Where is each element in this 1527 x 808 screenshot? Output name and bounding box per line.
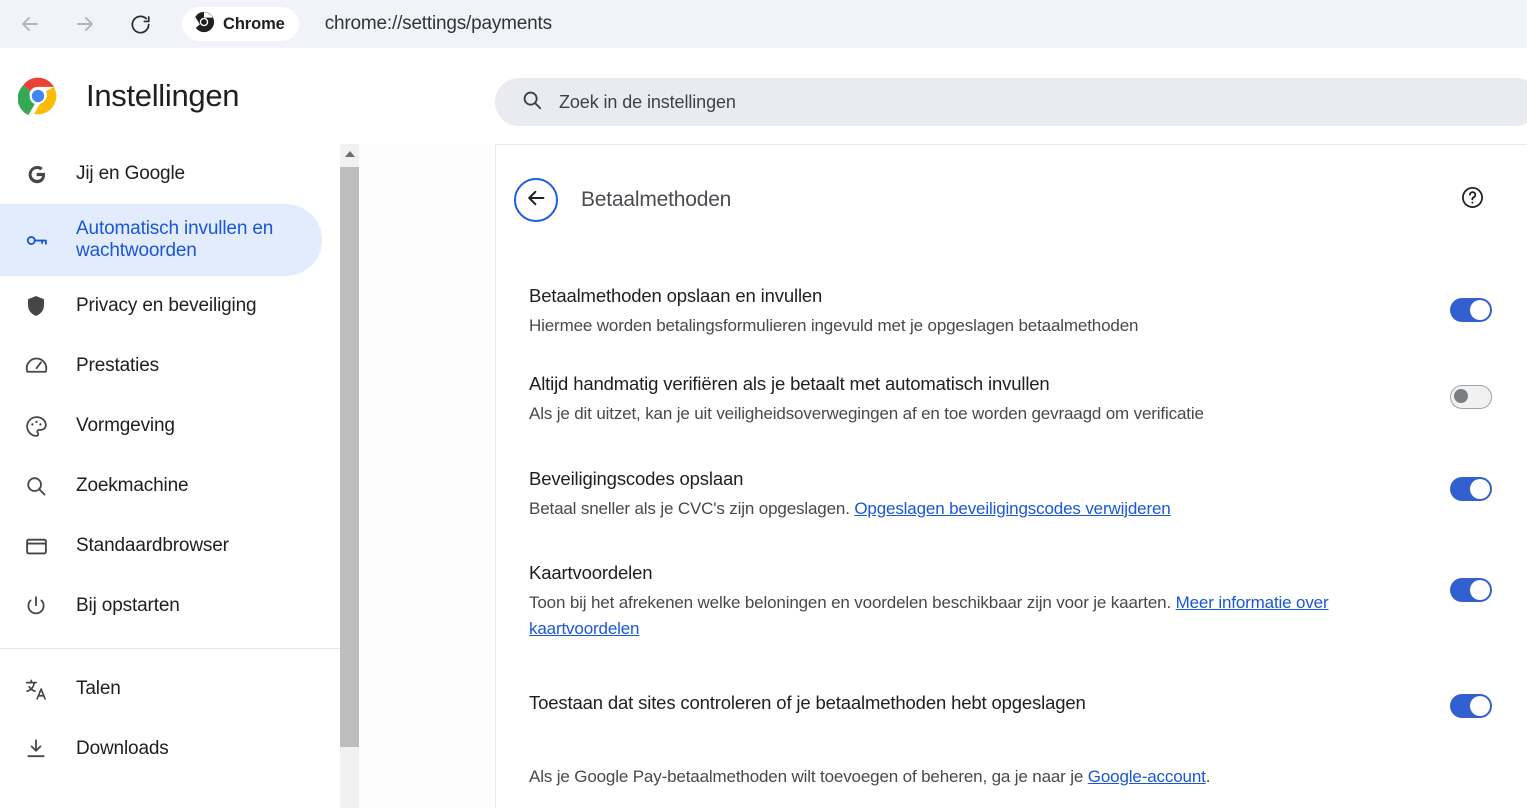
chrome-logo-icon	[17, 76, 58, 116]
search-input[interactable]: Zoek in de instellingen	[495, 78, 1527, 126]
help-button[interactable]	[1452, 180, 1492, 220]
sidebar-item-privacy-en-beveiliging[interactable]: Privacy en beveiliging	[0, 276, 340, 336]
sidebar-item-prestaties[interactable]: Prestaties	[0, 336, 340, 396]
footer-text-post: .	[1205, 767, 1211, 786]
setting-row-always-verify-manually: Altijd handmatig verifiëren als je betaa…	[496, 350, 1527, 446]
help-circle-icon	[1460, 185, 1485, 215]
toggle-card-benefits[interactable]	[1450, 578, 1492, 602]
toggle-wrapper	[1450, 694, 1492, 718]
sidebar-scrollbar-thumb[interactable]	[340, 167, 359, 747]
sidebar-item-label: Prestaties	[76, 354, 159, 376]
toggle-wrapper	[1450, 385, 1492, 409]
settings-rows: Betaalmethoden opslaan en invullen Hierm…	[496, 264, 1527, 790]
sidebar-item-label: Automatisch invullen en wachtwoorden	[76, 217, 274, 261]
sidebar-item-bij-opstarten[interactable]: Bij opstarten	[0, 576, 340, 636]
toggle-always-verify-manually[interactable]	[1450, 385, 1492, 409]
key-icon	[22, 226, 50, 254]
browser-window-icon	[22, 532, 50, 560]
scroll-up-arrow-icon[interactable]	[340, 144, 359, 163]
sidebar-item-zoekmachine[interactable]: Zoekmachine	[0, 456, 340, 516]
toggle-wrapper	[1450, 298, 1492, 322]
setting-description: Betaal sneller als je CVC's zijn opgesla…	[529, 496, 1359, 522]
browser-toolbar: Chrome chrome://settings/payments	[0, 0, 1527, 48]
section-title: Betaalmethoden	[581, 188, 732, 211]
chrome-icon	[193, 11, 215, 38]
setting-description: Toon bij het afrekenen welke beloningen …	[529, 590, 1359, 643]
setting-description-text: Toon bij het afrekenen welke beloningen …	[529, 592, 1176, 612]
settings-sidebar: Jij en Google Automatisch invullen en wa…	[0, 144, 340, 808]
download-icon	[22, 735, 50, 763]
sidebar-item-label: Zoekmachine	[76, 474, 189, 496]
setting-row-save-and-fill-payment-methods: Betaalmethoden opslaan en invullen Hierm…	[496, 264, 1527, 350]
sidebar-item-label: Bij opstarten	[76, 594, 180, 616]
card-top-rule	[496, 144, 1527, 145]
palette-icon	[22, 412, 50, 440]
setting-title: Beveiligingscodes opslaan	[529, 468, 744, 489]
toggle-save-and-fill-payment-methods[interactable]	[1450, 298, 1492, 322]
toggle-save-security-codes[interactable]	[1450, 477, 1492, 501]
google-g-icon	[22, 160, 50, 188]
setting-description: Hiermee worden betalingsformulieren inge…	[529, 315, 1139, 335]
toggle-allow-sites-to-check-payment-methods[interactable]	[1450, 694, 1492, 718]
sidebar-item-label: Jij en Google	[76, 162, 185, 184]
power-icon	[22, 592, 50, 620]
arrow-left-icon	[18, 12, 42, 36]
sidebar-item-talen[interactable]: Talen	[0, 659, 340, 719]
chrome-badge-label: Chrome	[223, 14, 285, 33]
reload-icon	[129, 13, 152, 36]
setting-description-text: Betaal sneller als je CVC's zijn opgesla…	[529, 498, 855, 518]
search-icon	[22, 472, 50, 500]
sidebar-item-label: Vormgeving	[76, 414, 175, 436]
setting-description: Als je dit uitzet, kan je uit veiligheid…	[529, 403, 1204, 423]
payments-settings-card: Betaalmethoden Betaalmethoden opslaan en…	[495, 144, 1527, 808]
sidebar-item-label: Privacy en beveiliging	[76, 294, 257, 316]
search-icon	[521, 89, 543, 116]
sidebar-item-downloads[interactable]: Downloads	[0, 719, 340, 779]
shield-icon	[22, 292, 50, 320]
sidebar-item-label: Standaardbrowser	[76, 534, 229, 556]
arrow-left-icon	[524, 186, 548, 215]
sidebar-item-label: Downloads	[76, 737, 169, 759]
setting-title: Altijd handmatig verifiëren als je betaa…	[529, 373, 1050, 394]
footer-text-pre: Als je Google Pay-betaalmethoden wilt to…	[529, 767, 1088, 786]
content-gap	[359, 144, 495, 808]
setting-title: Betaalmethoden opslaan en invullen	[529, 285, 823, 306]
arrow-right-icon	[73, 12, 97, 36]
sidebar-item-jij-en-google[interactable]: Jij en Google	[0, 144, 340, 204]
sidebar-item-vormgeving[interactable]: Vormgeving	[0, 396, 340, 456]
back-button[interactable]	[10, 4, 50, 44]
setting-row-save-security-codes: Beveiligingscodes opslaan Betaal sneller…	[496, 446, 1527, 540]
speedometer-icon	[22, 352, 50, 380]
sidebar-divider	[0, 648, 340, 649]
forward-button[interactable]	[65, 4, 105, 44]
sidebar-item-standaardbrowser[interactable]: Standaardbrowser	[0, 516, 340, 576]
setting-row-card-benefits: Kaartvoordelen Toon bij het afrekenen we…	[496, 540, 1527, 668]
sidebar-item-automatisch-invullen-en-wachtwoorden[interactable]: Automatisch invullen en wachtwoorden	[0, 204, 322, 276]
omnibox-url[interactable]: chrome://settings/payments	[325, 13, 552, 35]
sidebar-item-label: Talen	[76, 677, 121, 699]
page-title: Instellingen	[86, 78, 240, 113]
translate-icon	[22, 675, 50, 703]
setting-title: Kaartvoordelen	[529, 562, 653, 583]
reload-button[interactable]	[120, 4, 160, 44]
chrome-origin-badge[interactable]: Chrome	[182, 7, 299, 41]
toggle-wrapper	[1450, 578, 1492, 602]
google-pay-footer-note: Als je Google Pay-betaalmethoden wilt to…	[496, 764, 1527, 790]
toggle-wrapper	[1450, 477, 1492, 501]
page-header: Betaalmethoden	[496, 164, 1527, 236]
google-account-link[interactable]: Google-account	[1088, 767, 1206, 786]
back-button[interactable]	[514, 178, 558, 222]
setting-row-allow-sites-to-check-payment-methods: Toestaan dat sites controleren of je bet…	[496, 668, 1527, 738]
delete-saved-security-codes-link[interactable]: Opgeslagen beveiligingscodes verwijderen	[854, 499, 1170, 518]
search-placeholder: Zoek in de instellingen	[559, 91, 736, 112]
setting-title: Toestaan dat sites controleren of je bet…	[529, 691, 1086, 713]
